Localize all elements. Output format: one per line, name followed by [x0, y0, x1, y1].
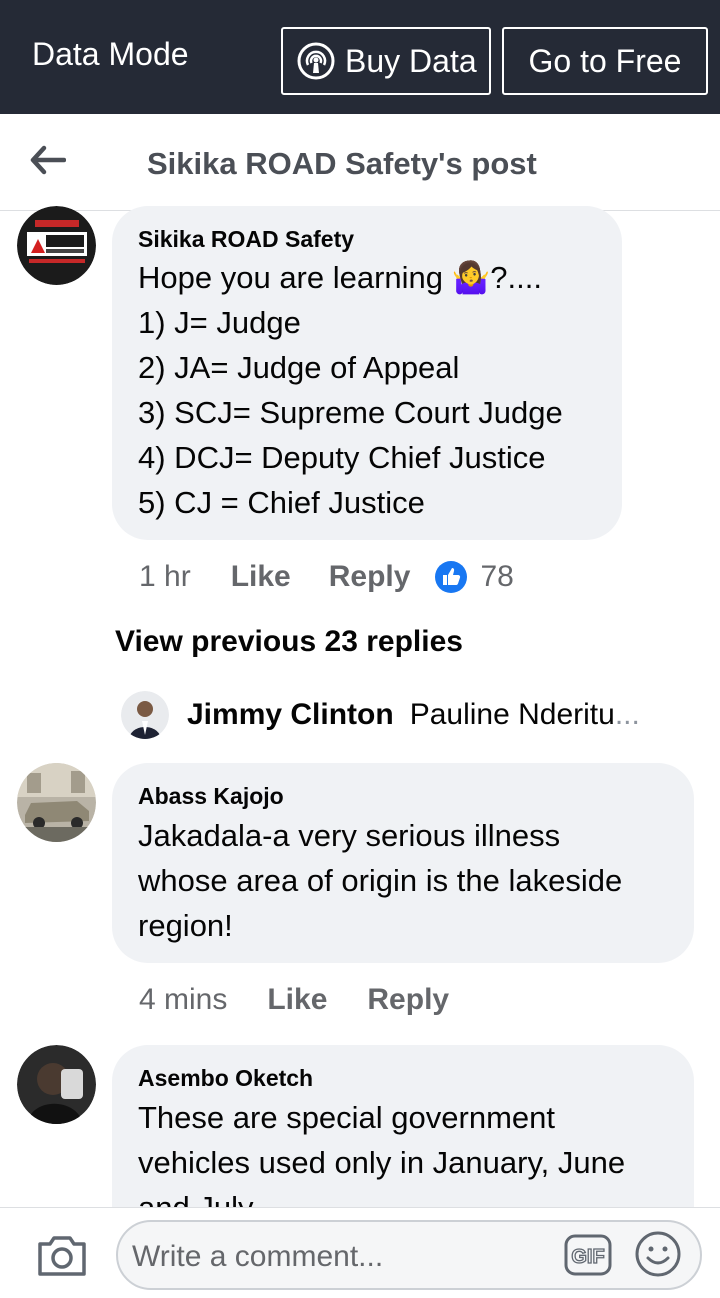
page-title: Sikika ROAD Safety's post: [147, 146, 537, 181]
data-mode-bar: Data Mode Buy Data Go to Free: [0, 0, 720, 114]
comment-line: region!: [138, 908, 233, 943]
like-reaction-icon: [435, 561, 468, 593]
comment-time: 4 mins: [139, 983, 228, 1016]
comment-line: 2) JA= Judge of Appeal: [138, 350, 460, 385]
comment-author[interactable]: Abass Kajojo: [138, 783, 284, 810]
reaction-summary[interactable]: 78: [434, 560, 514, 594]
post-header: Sikika ROAD Safety's post: [0, 114, 720, 211]
comment-line: whose area of origin is the lakeside: [138, 863, 623, 898]
reply-author: Jimmy Clinton: [187, 698, 394, 731]
data-mode-title: Data Mode: [32, 36, 189, 72]
reply-button[interactable]: Reply: [329, 560, 411, 594]
comment-placeholder: Write a comment...: [132, 1240, 384, 1273]
avatar-asembo[interactable]: [17, 1045, 96, 1124]
avatar-abass[interactable]: [17, 763, 96, 842]
avatar-jimmy: [121, 691, 169, 739]
broadcast-icon: [297, 42, 335, 80]
reply-preview: Pauline Nderitu: [409, 698, 615, 731]
comment-line: Hope you are learning 🤷‍♀️?....: [138, 260, 542, 295]
comment-input[interactable]: Write a comment... GIF: [116, 1220, 702, 1290]
gif-icon: GIF: [564, 1234, 612, 1276]
avatar-sikika[interactable]: [17, 206, 96, 285]
like-button[interactable]: Like: [231, 560, 291, 594]
buy-data-button[interactable]: Buy Data: [281, 27, 491, 95]
emoji-button[interactable]: [634, 1230, 682, 1278]
reaction-count: 78: [480, 560, 514, 593]
gif-label: GIF: [571, 1246, 604, 1268]
comment-line: 3) SCJ= Supreme Court Judge: [138, 395, 563, 430]
comment-time: 1 hr: [139, 560, 191, 593]
comment-bubble: Abass Kajojo Jakadala-a very serious ill…: [112, 763, 694, 963]
like-button[interactable]: Like: [267, 983, 327, 1017]
comment-meta: 1 hr Like Reply 78: [139, 557, 514, 597]
go-to-free-label: Go to Free: [528, 42, 682, 79]
comment-author[interactable]: Asembo Oketch: [138, 1065, 313, 1092]
comment-line: vehicles used only in January, June: [138, 1145, 626, 1180]
comment-line: These are special government: [138, 1100, 556, 1135]
comment-meta: 4 mins Like Reply: [139, 980, 449, 1020]
back-arrow-icon: [30, 145, 66, 175]
comment-line: 1) J= Judge: [138, 305, 301, 340]
comment-line: 4) DCJ= Deputy Chief Justice: [138, 440, 546, 475]
go-to-free-button[interactable]: Go to Free: [502, 27, 708, 95]
comment-line: Jakadala-a very serious illness: [138, 818, 561, 853]
reply-button[interactable]: Reply: [367, 983, 449, 1017]
view-previous-replies[interactable]: View previous 23 replies: [115, 625, 463, 659]
comment-author[interactable]: Sikika ROAD Safety: [138, 226, 354, 253]
camera-icon: [38, 1236, 86, 1276]
latest-reply-row[interactable]: Jimmy Clinton Pauline Nderitu ...: [121, 690, 640, 740]
gif-button[interactable]: GIF: [564, 1234, 612, 1276]
reply-ellipsis: ...: [614, 698, 640, 731]
comment-composer: Write a comment... GIF: [0, 1207, 720, 1298]
comment-line: 5) CJ = Chief Justice: [138, 485, 425, 520]
back-button[interactable]: [26, 138, 70, 182]
buy-data-label: Buy Data: [345, 42, 477, 79]
camera-button[interactable]: [36, 1230, 88, 1278]
emoji-icon: [635, 1231, 681, 1277]
comment-bubble: Sikika ROAD Safety Hope you are learning…: [112, 206, 622, 540]
